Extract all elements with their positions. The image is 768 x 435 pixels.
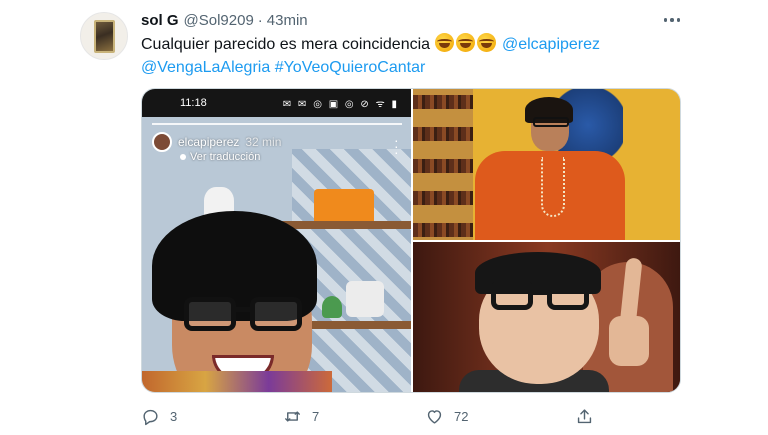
tweet-text: Cualquier parecido es mera coincidencia …: [141, 33, 701, 79]
separator: ·: [257, 11, 263, 29]
glasses: [184, 297, 306, 331]
story-avatar: [152, 132, 172, 152]
tweet-actions: 3 7 72: [141, 404, 611, 428]
tweet-header: sol G @Sol9209 · 43min: [141, 10, 308, 30]
tweet-body: Cualquier parecido es mera coincidencia: [141, 36, 431, 53]
story-user: elcapiperez 32 min: [152, 132, 281, 152]
story-time: 32 min: [245, 135, 282, 149]
mention-link[interactable]: @elcapiperez: [502, 36, 600, 53]
reply-button[interactable]: 3: [141, 404, 177, 428]
translate-label: Ver traducción: [190, 151, 261, 163]
laughing-emoji-group: [434, 33, 502, 53]
reply-count: 3: [170, 408, 178, 424]
phone-status-bar: 11:18 ✉ ✉ ◎ ▣ ◎ ⊘ ᯤ ▮: [142, 89, 411, 117]
mention-link[interactable]: @VengaLaAlegria: [141, 59, 270, 76]
status-icons: ✉ ✉ ◎ ▣ ◎ ⊘ ᯤ ▮: [282, 99, 399, 110]
reply-icon: [143, 409, 158, 425]
rofl-emoji-icon: [476, 33, 496, 52]
hashtag-link[interactable]: #YoVeoQuieroCantar: [275, 59, 426, 76]
share-button[interactable]: [575, 404, 594, 428]
share-icon: [577, 408, 592, 423]
avatar-photo: [94, 20, 115, 53]
more-options-button[interactable]: [659, 10, 685, 30]
rofl-emoji-icon: [434, 33, 454, 52]
status-time: 11:18: [180, 97, 207, 109]
like-button[interactable]: 72: [425, 404, 468, 428]
tweet[interactable]: sol G @Sol9209 · 43min Cualquier parecid…: [0, 0, 768, 435]
story-menu-icon: · · ·: [394, 132, 399, 160]
media-grid: 11:18 ✉ ✉ ◎ ▣ ◎ ⊘ ᯤ ▮ elcapiperez 32 min…: [141, 88, 681, 393]
retweet-button[interactable]: 7: [283, 404, 319, 428]
retweet-icon: [285, 410, 300, 422]
heart-icon: [427, 409, 442, 424]
media-image-cartoon[interactable]: [413, 242, 680, 392]
more-dots-icon: [663, 18, 668, 22]
rofl-emoji-icon: [455, 33, 475, 52]
user-handle[interactable]: @Sol9209: [184, 12, 254, 29]
media-image-orange-outfit[interactable]: [413, 89, 680, 240]
translate-icon: [180, 154, 186, 160]
cartoon-glasses: [491, 280, 591, 310]
avatar[interactable]: [80, 12, 128, 60]
story-translate: Ver traducción: [180, 151, 260, 163]
story-username: elcapiperez: [178, 135, 240, 149]
like-count: 72: [454, 408, 469, 424]
display-name[interactable]: sol G: [141, 12, 179, 29]
media-image-story-screenshot[interactable]: 11:18 ✉ ✉ ◎ ▣ ◎ ⊘ ᯤ ▮ elcapiperez 32 min…: [142, 89, 411, 392]
retweet-count: 7: [312, 408, 320, 424]
tweet-timestamp[interactable]: 43min: [267, 12, 308, 29]
story-progress-bar: [152, 123, 402, 125]
